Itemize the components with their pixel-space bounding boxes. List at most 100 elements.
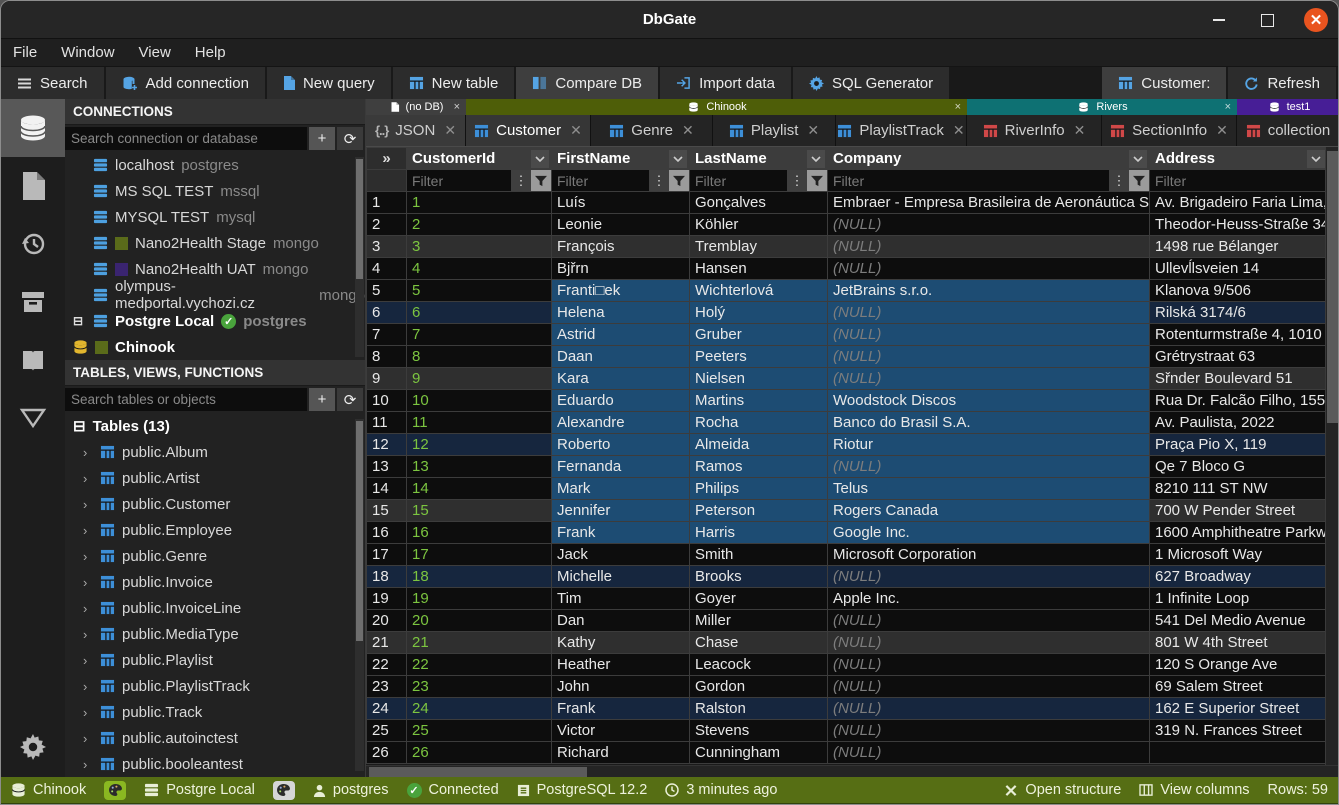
cell-address[interactable]: 801 W 4th Street (1150, 632, 1328, 654)
cell-company[interactable]: (NULL) (828, 214, 1150, 236)
cell-company[interactable]: Apple Inc. (828, 588, 1150, 610)
chevron-right-icon[interactable]: › (83, 601, 93, 616)
close-icon[interactable]: × (1225, 101, 1231, 113)
column-header-customerid[interactable]: CustomerId (407, 148, 552, 170)
cell-firstname[interactable]: Franti□ek (552, 280, 690, 302)
cell-customerid[interactable]: 1 (407, 192, 552, 214)
connection-item[interactable]: MS SQL TESTmssql (65, 178, 365, 204)
cell-firstname[interactable]: Luís (552, 192, 690, 214)
column-header-company[interactable]: Company (828, 148, 1150, 170)
chevron-down-icon[interactable] (1129, 150, 1147, 168)
row-number[interactable]: 17 (367, 544, 407, 566)
filter-funnel-icon[interactable] (669, 170, 689, 191)
cell-company[interactable]: Embraer - Empresa Brasileira de Aeronáut… (828, 192, 1150, 214)
table-item[interactable]: ›public.Employee (65, 517, 365, 543)
toolbar-compare-db-button[interactable]: Compare DB (516, 67, 660, 99)
cell-company[interactable]: (NULL) (828, 456, 1150, 478)
cell-address[interactable]: Sřnder Boulevard 51 (1150, 368, 1328, 390)
tab-genre[interactable]: Genre✕ (591, 115, 713, 146)
toolbar-sql-generator-button[interactable]: SQL Generator (793, 67, 951, 99)
cell-company[interactable]: (NULL) (828, 698, 1150, 720)
row-number[interactable]: 3 (367, 236, 407, 258)
row-number[interactable]: 15 (367, 500, 407, 522)
menu-window[interactable]: Window (61, 44, 114, 61)
cell-firstname[interactable]: Heather (552, 654, 690, 676)
cell-address[interactable]: 1498 rue Bélanger (1150, 236, 1328, 258)
status-open-structure[interactable]: Open structure (1004, 782, 1121, 798)
cell-lastname[interactable]: Leacock (690, 654, 828, 676)
rail-database-icon[interactable] (1, 99, 65, 157)
chevron-right-icon[interactable]: › (83, 497, 93, 512)
table-item[interactable]: ›public.PlaylistTrack (65, 673, 365, 699)
cell-customerid[interactable]: 22 (407, 654, 552, 676)
tables-root[interactable]: ⊟Tables (13) (65, 413, 365, 439)
row-number[interactable]: 2 (367, 214, 407, 236)
cell-firstname[interactable]: Astrid (552, 324, 690, 346)
cell-customerid[interactable]: 24 (407, 698, 552, 720)
cell-customerid[interactable]: 20 (407, 610, 552, 632)
table-item[interactable]: ›public.Genre (65, 543, 365, 569)
row-number[interactable]: 5 (367, 280, 407, 302)
connection-item[interactable]: olympus-medportal.vychozi.czmongo (65, 282, 365, 308)
cell-company[interactable]: (NULL) (828, 368, 1150, 390)
column-header-address[interactable]: Address (1150, 148, 1328, 170)
row-number[interactable]: 14 (367, 478, 407, 500)
toolbar-add-connection-button[interactable]: Add connection (106, 67, 267, 99)
row-number[interactable]: 11 (367, 412, 407, 434)
toolbar-new-table-button[interactable]: New table (393, 67, 517, 99)
chevron-down-icon[interactable] (669, 150, 687, 168)
toolbar-search-button[interactable]: Search (1, 67, 106, 99)
database-item-chinook[interactable]: Chinook (65, 334, 365, 360)
cell-lastname[interactable]: Holý (690, 302, 828, 324)
cell-company[interactable]: Riotur (828, 434, 1150, 456)
cell-lastname[interactable]: Miller (690, 610, 828, 632)
row-number[interactable]: 12 (367, 434, 407, 456)
column-header-firstname[interactable]: FirstName (552, 148, 690, 170)
tables-search-input[interactable] (65, 388, 307, 411)
cell-lastname[interactable]: Peterson (690, 500, 828, 522)
cell-lastname[interactable]: Goyer (690, 588, 828, 610)
connection-item[interactable]: localhostpostgres (65, 152, 365, 178)
cell-firstname[interactable]: François (552, 236, 690, 258)
cell-company[interactable]: Telus (828, 478, 1150, 500)
cell-lastname[interactable]: Peeters (690, 346, 828, 368)
row-number[interactable]: 21 (367, 632, 407, 654)
cell-lastname[interactable]: Stevens (690, 720, 828, 742)
filter-menu-icon[interactable]: ⋮ (649, 170, 669, 191)
tables-scrollbar[interactable] (355, 419, 364, 771)
cell-lastname[interactable]: Cunningham (690, 742, 828, 764)
status-postgre-local[interactable]: Postgre Local (144, 782, 255, 798)
close-icon[interactable]: ✕ (807, 122, 819, 139)
cell-address[interactable]: 8210 111 ST NW (1150, 478, 1328, 500)
cell-address[interactable]: 700 W Pender Street (1150, 500, 1328, 522)
theme-palette-chip[interactable] (104, 781, 126, 800)
table-item[interactable]: ›public.Album (65, 439, 365, 465)
cell-lastname[interactable]: Gruber (690, 324, 828, 346)
cell-address[interactable]: Klanova 9/506 (1150, 280, 1328, 302)
cell-lastname[interactable]: Martins (690, 390, 828, 412)
cell-customerid[interactable]: 10 (407, 390, 552, 412)
cell-company[interactable]: Woodstock Discos (828, 390, 1150, 412)
cell-address[interactable]: Rotenturmstraße 4, 1010 I (1150, 324, 1328, 346)
cell-address[interactable]: Grétrystraat 63 (1150, 346, 1328, 368)
filter-input[interactable] (690, 170, 787, 191)
cell-firstname[interactable]: Bjřrn (552, 258, 690, 280)
filter-input[interactable] (828, 170, 1109, 191)
filter-menu-icon[interactable]: ⋮ (787, 170, 807, 191)
cell-company[interactable]: (NULL) (828, 632, 1150, 654)
chevron-right-icon[interactable]: › (83, 575, 93, 590)
cell-address[interactable]: Rua Dr. Falcão Filho, 155 (1150, 390, 1328, 412)
chevron-down-icon[interactable] (1307, 150, 1325, 168)
cell-company[interactable]: (NULL) (828, 302, 1150, 324)
row-number[interactable]: 6 (367, 302, 407, 324)
row-number[interactable]: 16 (367, 522, 407, 544)
collapse-icon[interactable]: ⊟ (73, 417, 86, 435)
toolbar-import-data-button[interactable]: Import data (660, 67, 793, 99)
cell-customerid[interactable]: 3 (407, 236, 552, 258)
filter-funnel-icon[interactable] (807, 170, 827, 191)
tables-refresh-button[interactable]: ⟳ (337, 388, 363, 411)
cell-address[interactable]: Qe 7 Bloco G (1150, 456, 1328, 478)
table-item[interactable]: ›public.Artist (65, 465, 365, 491)
row-number[interactable]: 9 (367, 368, 407, 390)
row-number[interactable]: 20 (367, 610, 407, 632)
